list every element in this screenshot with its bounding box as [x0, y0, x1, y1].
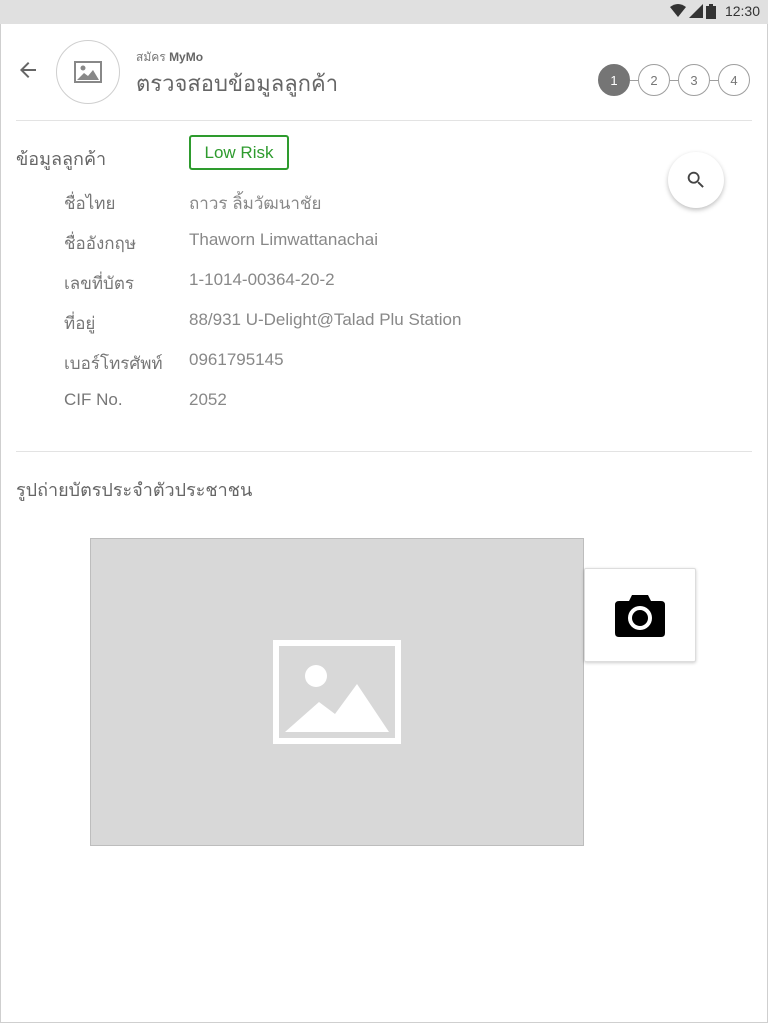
wifi-icon [669, 4, 686, 17]
status-bar: 12:30 [0, 0, 768, 24]
arrow-left-icon [20, 62, 36, 78]
value-thai-name: ถาวร ลิ้มวัฒนาชัย [189, 194, 322, 213]
battery-icon [705, 3, 716, 19]
risk-badge: Low Risk [189, 135, 289, 170]
step-connector [710, 79, 718, 81]
value-phone: 0961795145 [189, 350, 284, 369]
image-placeholder-icon [74, 61, 102, 83]
page-title: ตรวจสอบข้อมูลลูกค้า [136, 71, 339, 96]
take-photo-button[interactable] [584, 568, 696, 662]
label-thai-name: ชื่อไทย [64, 194, 116, 213]
label-phone: เบอร์โทรศัพท์ [64, 354, 163, 373]
value-id-number: 1-1014-00364-20-2 [189, 270, 335, 289]
step-connector [630, 79, 638, 81]
app-frame [0, 24, 768, 1023]
search-button[interactable] [668, 152, 724, 208]
id-card-photo [90, 538, 584, 846]
step-2: 2 [638, 64, 670, 96]
signal-icon [688, 4, 703, 18]
value-english-name: Thaworn Limwattanachai [189, 230, 378, 249]
label-english-name: ชื่ออังกฤษ [64, 234, 137, 253]
customer-section-title: ข้อมูลลูกค้า [16, 149, 107, 169]
back-button[interactable] [16, 58, 40, 82]
value-cif: 2052 [189, 390, 227, 409]
subtitle-app-name: MyMo [169, 50, 204, 64]
label-address: ที่อยู่ [64, 314, 96, 333]
header-subtitle: สมัคร MyMo [136, 48, 203, 67]
value-address: 88/931 U-Delight@Talad Plu Station [189, 310, 462, 329]
step-indicator: 1 2 3 4 [598, 64, 750, 96]
header-divider [16, 120, 752, 121]
search-icon [687, 171, 704, 188]
image-placeholder-icon [273, 640, 401, 744]
camera-icon [615, 595, 665, 637]
label-id-number: เลขที่บัตร [64, 274, 135, 293]
section-divider [16, 451, 752, 452]
id-photo-section-title: รูปถ่ายบัตรประจำตัวประชาชน [16, 480, 253, 500]
subtitle-prefix: สมัคร [136, 50, 166, 64]
status-time: 12:30 [724, 3, 760, 19]
label-cif: CIF No. [64, 390, 123, 409]
avatar [56, 40, 120, 104]
step-4: 4 [718, 64, 750, 96]
step-1: 1 [598, 64, 630, 96]
step-3: 3 [678, 64, 710, 96]
step-connector [670, 79, 678, 81]
